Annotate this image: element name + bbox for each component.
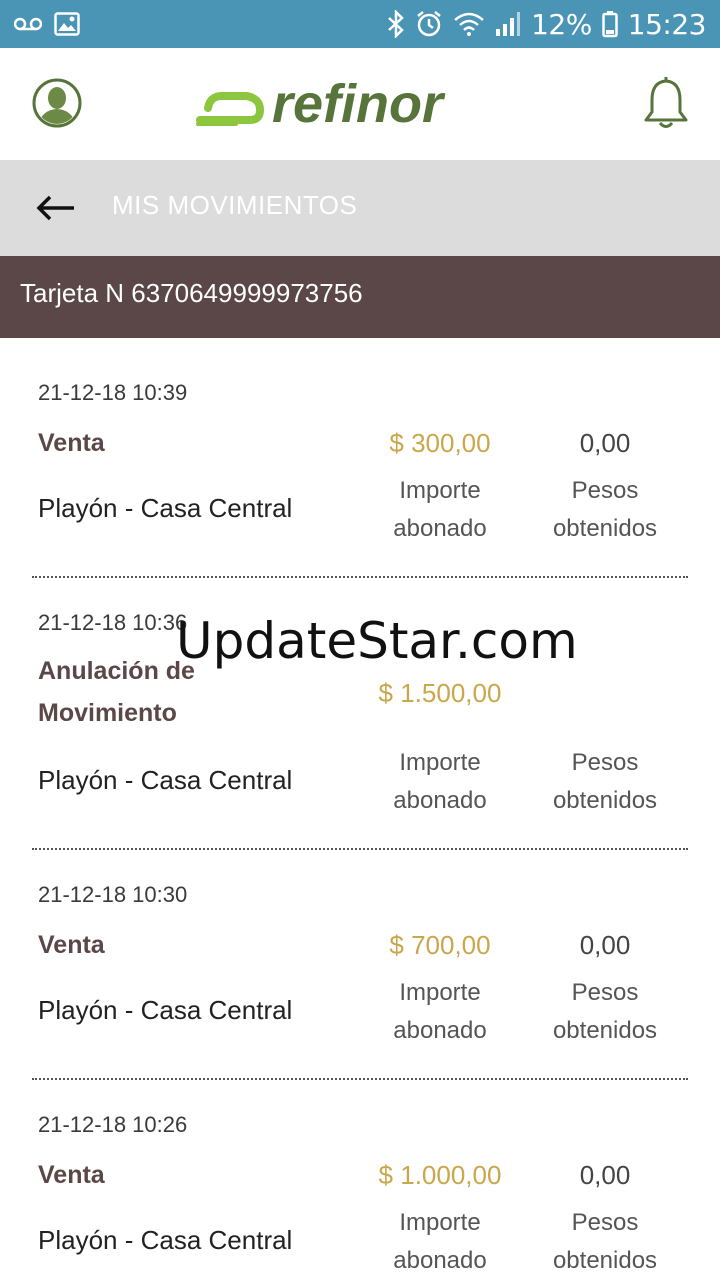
- movement-type: Venta: [38, 1161, 105, 1189]
- points-label-line1: Pesos: [571, 1209, 639, 1236]
- watermark: UpdateStar.com: [176, 612, 578, 670]
- movement-points: 0,00: [579, 1160, 631, 1190]
- points-label-line2: obtenidos: [552, 515, 658, 542]
- amount-label-line2: abonado: [393, 1017, 487, 1044]
- app-header: refinor: [0, 48, 720, 160]
- list-item[interactable]: 21-12-18 10:30 Venta $ 700,00 0,00 Playó…: [0, 850, 720, 1080]
- voicemail-icon: [14, 16, 42, 32]
- movement-place: Playón - Casa Central: [38, 995, 293, 1025]
- status-right: 12% 15:23: [377, 7, 707, 41]
- notifications-button[interactable]: [642, 76, 690, 130]
- amount-label-line1: Importe: [399, 749, 481, 776]
- image-icon: [54, 12, 80, 36]
- card-banner: Tarjeta N 6370649999973756: [0, 256, 720, 338]
- movement-date: 21-12-18 10:36: [38, 610, 188, 635]
- user-avatar-icon: [32, 78, 82, 128]
- battery-icon: [602, 10, 618, 38]
- back-button[interactable]: [36, 188, 76, 228]
- list-item[interactable]: 21-12-18 10:26 Venta $ 1.000,00 0,00 Pla…: [0, 1080, 720, 1280]
- points-label-line2: obtenidos: [552, 1017, 658, 1044]
- page-title: MIS MOVIMIENTOS: [112, 190, 358, 220]
- movement-date: 21-12-18 10:39: [38, 380, 188, 405]
- movement-place: Playón - Casa Central: [38, 1225, 293, 1255]
- points-label-line2: obtenidos: [552, 787, 658, 814]
- bell-icon: [644, 77, 688, 128]
- points-label-line1: Pesos: [571, 979, 639, 1006]
- amount-label-line1: Importe: [399, 477, 481, 504]
- clock: 15:23: [627, 7, 707, 41]
- movement-date: 21-12-18 10:26: [38, 1112, 188, 1137]
- amount-label-line2: abonado: [393, 515, 487, 542]
- bluetooth-icon: [387, 10, 405, 38]
- amount-label-line2: abonado: [393, 787, 487, 814]
- points-label-line1: Pesos: [571, 477, 639, 504]
- logo-text: refinor: [272, 74, 444, 134]
- movement-amount: $ 1.000,00: [378, 1160, 502, 1190]
- status-bar: 12% 15:23: [0, 0, 720, 48]
- wifi-icon: [453, 11, 485, 37]
- movement-amount: $ 1.500,00: [378, 678, 502, 708]
- card-number: Tarjeta N 6370649999973756: [20, 278, 363, 308]
- movement-place: Playón - Casa Central: [38, 493, 293, 523]
- movements-list[interactable]: 21-12-18 10:39 Venta $ 300,00 0,00 Playó…: [0, 338, 720, 1280]
- alarm-icon: [415, 10, 443, 38]
- amount-label-line1: Importe: [399, 979, 481, 1006]
- movement-type: Venta: [38, 429, 105, 457]
- refinor-logo: refinor: [196, 74, 443, 134]
- amount-label-line1: Importe: [399, 1209, 481, 1236]
- movement-points: 0,00: [579, 930, 631, 960]
- movement-amount: $ 700,00: [389, 930, 491, 960]
- amount-label-line2: abonado: [393, 1247, 487, 1274]
- profile-avatar-button[interactable]: [32, 78, 82, 128]
- status-left: [14, 12, 92, 36]
- points-label-line2: obtenidos: [552, 1247, 658, 1274]
- movement-place: Playón - Casa Central: [38, 765, 293, 795]
- logo-mark-icon: [196, 92, 265, 126]
- movement-points: 0,00: [579, 428, 631, 458]
- list-item[interactable]: 21-12-18 10:39 Venta $ 300,00 0,00 Playó…: [0, 338, 720, 578]
- battery-percent: 12%: [531, 7, 592, 41]
- title-bar: MIS MOVIMIENTOS: [0, 160, 720, 256]
- arrow-left-icon: [36, 195, 74, 221]
- signal-icon: [495, 11, 521, 37]
- points-label-line1: Pesos: [571, 749, 639, 776]
- movement-amount: $ 300,00: [389, 428, 491, 458]
- movement-date: 21-12-18 10:30: [38, 882, 188, 907]
- movement-type: Venta: [38, 931, 105, 959]
